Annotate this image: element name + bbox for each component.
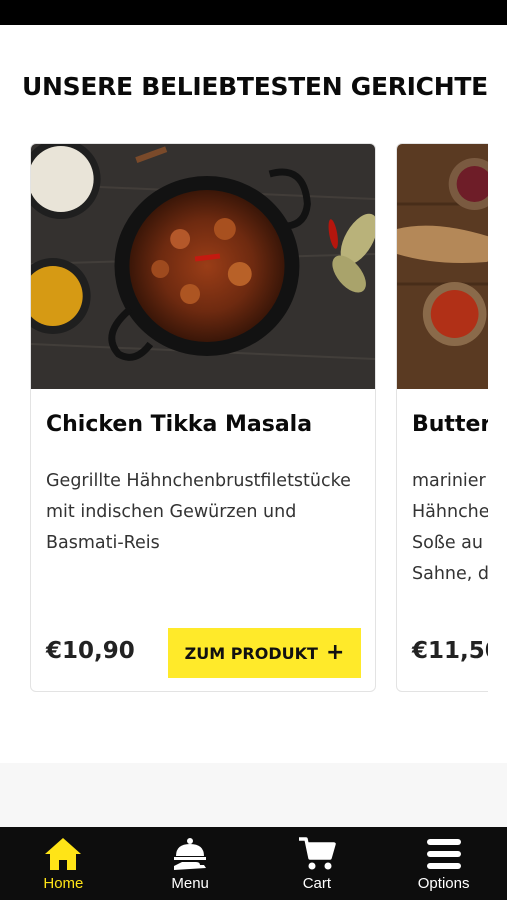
plus-icon: + (325, 640, 345, 665)
view-product-button[interactable]: ZUM PRODUKT + (168, 628, 361, 678)
cloche-icon (174, 838, 207, 870)
product-title[interactable]: Butter (412, 412, 488, 437)
nav-label: Menu (171, 875, 209, 892)
product-carousel[interactable]: Chicken Tikka Masala Gegrillte Hähnchenb… (30, 143, 488, 693)
nav-label: Home (43, 875, 84, 892)
cart-icon (298, 837, 336, 870)
nav-item-options[interactable]: Options (380, 827, 507, 900)
nav-label: Options (417, 875, 470, 892)
product-image (397, 144, 488, 389)
description-line: Soße au (412, 533, 483, 553)
description-line: Sahne, d (412, 564, 488, 584)
bottom-navigation: Home Menu Cart Options (0, 827, 507, 900)
status-bar (0, 0, 507, 25)
product-description: Gegrillte Hähnchenbrustfiletstücke mit i… (46, 471, 351, 553)
nav-item-menu[interactable]: Menu (127, 827, 254, 900)
product-price: €11,50 (412, 638, 488, 664)
product-card[interactable]: Butter marinier Hähnche Soße au Sahne, d… (396, 143, 488, 692)
hamburger-icon (426, 839, 461, 869)
product-title[interactable]: Chicken Tikka Masala (46, 412, 312, 437)
product-card[interactable]: Chicken Tikka Masala Gegrillte Hähnchenb… (30, 143, 376, 692)
description-line: marinier (412, 471, 486, 491)
section-title: UNSERE BELIEBTESTEN GERICHTE (22, 72, 488, 101)
home-icon (45, 838, 82, 870)
section-divider (0, 763, 507, 827)
product-price: €10,90 (46, 638, 135, 664)
nav-label: Cart (302, 875, 332, 892)
nav-item-cart[interactable]: Cart (254, 827, 381, 900)
button-label: ZUM PRODUKT (184, 643, 318, 663)
product-image (31, 144, 375, 389)
nav-item-home[interactable]: Home (0, 827, 127, 900)
description-line: Hähnche (412, 502, 488, 522)
product-description: marinier Hähnche Soße au Sahne, d (412, 466, 488, 590)
